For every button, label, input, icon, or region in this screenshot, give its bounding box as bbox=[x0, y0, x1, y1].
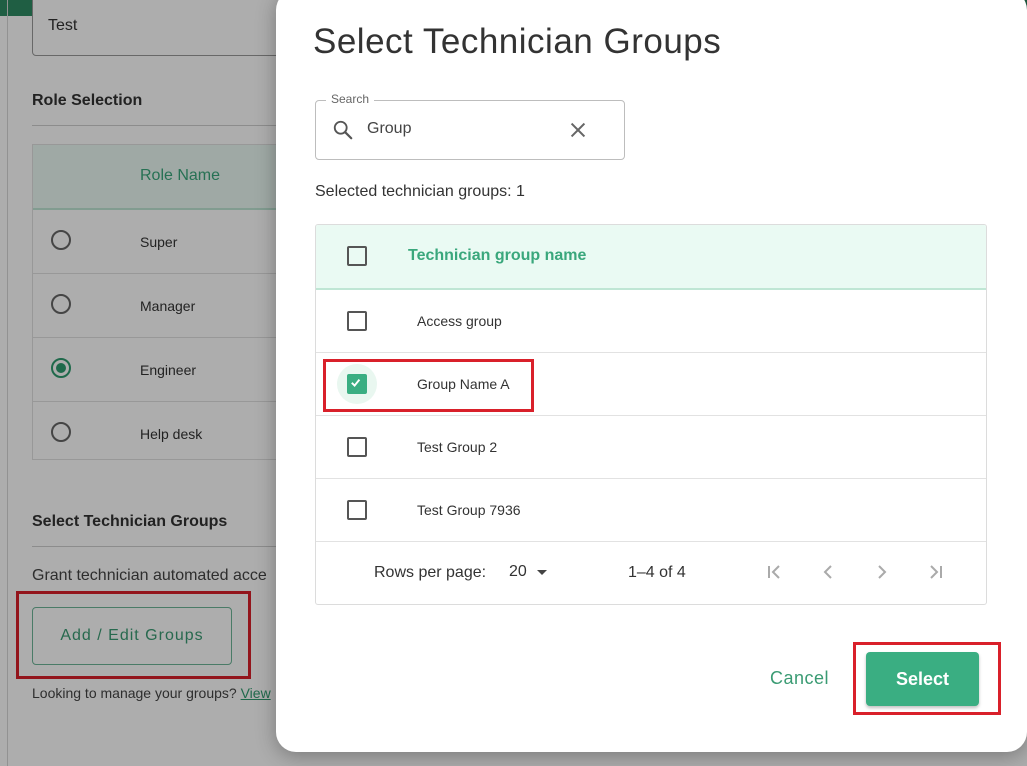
search-value[interactable]: Group bbox=[367, 120, 411, 138]
caret-down-icon[interactable] bbox=[535, 565, 549, 579]
row-checkbox[interactable] bbox=[347, 311, 367, 331]
rows-per-page-select[interactable]: 20 bbox=[509, 563, 527, 581]
selected-count: Selected technician groups: 1 bbox=[315, 183, 525, 200]
table-row[interactable]: Group Name A bbox=[316, 353, 986, 416]
page-range: 1–4 of 4 bbox=[628, 564, 686, 581]
search-label: Search bbox=[326, 92, 375, 106]
table-row[interactable]: Test Group 7936 bbox=[316, 479, 986, 542]
cancel-button[interactable]: Cancel bbox=[770, 668, 829, 689]
row-checkbox-checked[interactable] bbox=[347, 374, 367, 394]
check-icon bbox=[351, 379, 361, 388]
group-name: Test Group 7936 bbox=[417, 502, 521, 518]
row-checkbox[interactable] bbox=[347, 500, 367, 520]
dialog-title: Select Technician Groups bbox=[313, 22, 722, 61]
last-page-icon[interactable] bbox=[924, 560, 948, 584]
close-icon[interactable] bbox=[567, 119, 589, 141]
groups-table-header: Technician group name bbox=[316, 225, 986, 290]
group-name-column-header: Technician group name bbox=[408, 247, 587, 264]
search-icon bbox=[333, 120, 353, 140]
groups-table: Technician group name Access group Group… bbox=[315, 224, 987, 605]
group-name: Access group bbox=[417, 313, 502, 329]
search-input[interactable]: Search Group bbox=[315, 92, 625, 160]
select-button[interactable]: Select bbox=[866, 652, 979, 706]
row-checkbox[interactable] bbox=[347, 437, 367, 457]
select-all-checkbox[interactable] bbox=[347, 246, 367, 266]
pagination: Rows per page: 20 1–4 of 4 bbox=[316, 542, 986, 604]
table-row[interactable]: Test Group 2 bbox=[316, 416, 986, 479]
next-page-icon[interactable] bbox=[870, 560, 894, 584]
group-name: Group Name A bbox=[417, 376, 510, 392]
table-row[interactable]: Access group bbox=[316, 290, 986, 353]
first-page-icon[interactable] bbox=[762, 560, 786, 584]
select-groups-dialog: Select Technician Groups Search Group Se… bbox=[276, 0, 1027, 752]
rows-per-page-label: Rows per page: bbox=[374, 564, 487, 581]
previous-page-icon[interactable] bbox=[816, 560, 840, 584]
group-name: Test Group 2 bbox=[417, 439, 498, 455]
